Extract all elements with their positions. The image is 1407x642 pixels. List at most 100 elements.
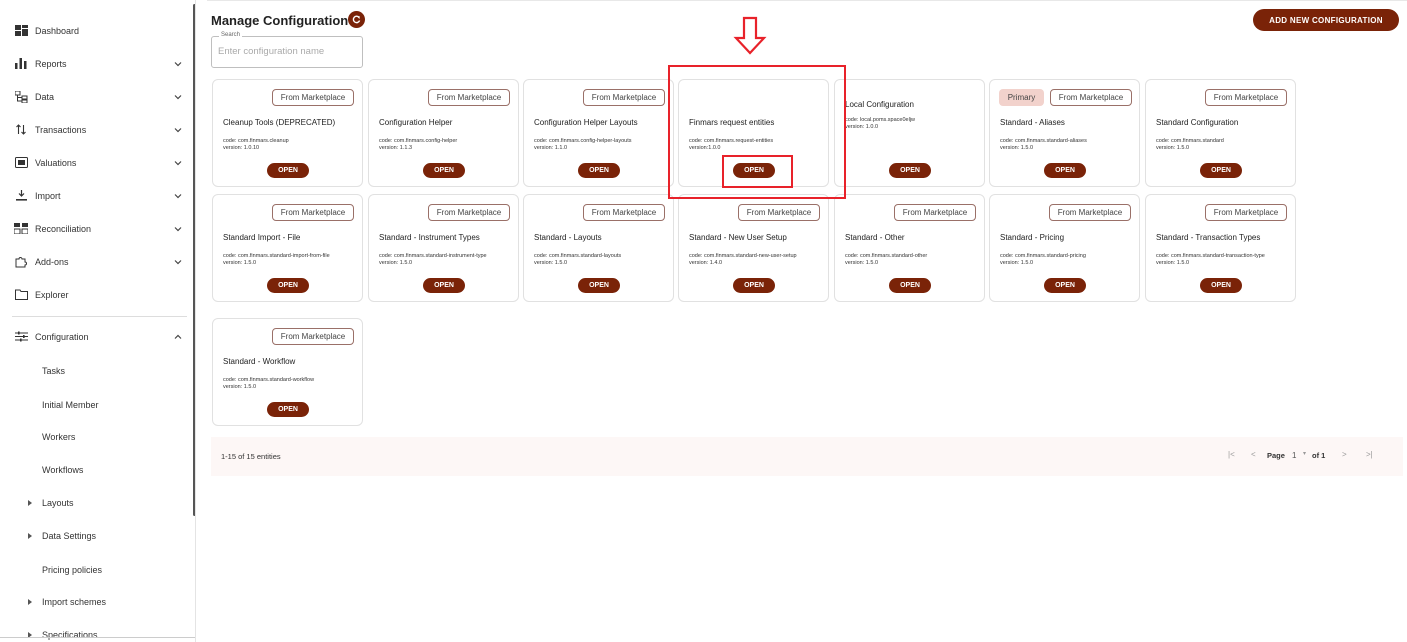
configuration-card: From Marketplace Standard - Layouts code: … <box>523 194 674 302</box>
card-version: version: 1.4.0 <box>689 259 723 266</box>
open-button[interactable]: OPEN <box>1200 163 1242 178</box>
card-meta: code: com.finmars.cleanup version: 1.0.10 <box>223 138 357 151</box>
chevron-down-icon <box>174 94 182 99</box>
from-marketplace-badge: From Marketplace <box>583 89 665 106</box>
sidebar-item-import[interactable]: Import <box>0 179 190 212</box>
sidebar-item-configuration[interactable]: Configuration <box>0 320 190 353</box>
dashboard-icon <box>14 24 28 38</box>
open-button[interactable]: OPEN <box>423 163 465 178</box>
card-title: Standard Import - File <box>223 233 301 242</box>
card-title: Cleanup Tools (DEPRECATED) <box>223 118 336 127</box>
search-field: Search <box>211 32 363 68</box>
card-version: version: 1.5.0 <box>1000 144 1034 151</box>
open-button[interactable]: OPEN <box>1044 278 1086 293</box>
page-number-select[interactable]: 1 <box>1292 451 1296 460</box>
sidebar-item-label: Valuations <box>35 157 77 168</box>
sidebar-scrollbar[interactable] <box>193 4 195 516</box>
chevron-down-icon <box>174 259 182 264</box>
card-title: Configuration Helper Layouts <box>534 118 638 127</box>
sidebar-item-label: Import <box>35 190 61 201</box>
search-input[interactable] <box>218 46 358 57</box>
card-version: version: 1.5.0 <box>845 259 879 266</box>
from-marketplace-badge: From Marketplace <box>1205 204 1287 221</box>
open-button[interactable]: OPEN <box>267 402 309 417</box>
next-page-icon[interactable]: > <box>1342 450 1347 459</box>
sidebar-item-add-ons[interactable]: Add-ons <box>0 245 190 278</box>
card-meta: code: com.finmars.standard-aliases versio… <box>1000 138 1134 151</box>
prev-page-icon[interactable]: < <box>1251 450 1256 459</box>
sidebar-subitem-data-settings[interactable]: Data Settings <box>0 519 190 552</box>
card-version: version: 1.5.0 <box>223 383 257 390</box>
open-button[interactable]: OPEN <box>1200 278 1242 293</box>
open-button[interactable]: OPEN <box>889 278 931 293</box>
open-button[interactable]: OPEN <box>267 163 309 178</box>
open-button[interactable]: OPEN <box>889 163 931 178</box>
open-button[interactable]: OPEN <box>578 278 620 293</box>
sidebar-item-label: Workers <box>42 431 76 442</box>
sidebar-subitem-tasks[interactable]: Tasks <box>0 354 190 387</box>
sidebar-item-data[interactable]: Data <box>0 80 190 113</box>
sidebar-item-label: Explorer <box>35 289 69 300</box>
from-marketplace-badge: From Marketplace <box>272 89 354 106</box>
first-page-icon[interactable]: |< <box>1228 450 1235 459</box>
open-button[interactable]: OPEN <box>733 278 775 293</box>
sidebar-subitem-specifications[interactable]: Specifications <box>0 618 190 642</box>
sidebar-item-valuations[interactable]: Valuations <box>0 146 190 179</box>
sidebar-item-label: Add-ons <box>35 256 69 267</box>
sidebar-item-transactions[interactable]: Transactions <box>0 113 190 146</box>
card-version: version: 1.5.0 <box>1156 259 1190 266</box>
sidebar-item-label: Tasks <box>42 365 66 376</box>
expand-arrow-icon <box>28 598 32 605</box>
open-button[interactable]: OPEN <box>267 278 309 293</box>
chevron-up-icon <box>174 334 182 339</box>
sidebar-item-label: Specifications <box>42 629 98 640</box>
from-marketplace-badge: From Marketplace <box>1050 89 1132 106</box>
sidebar-item-dashboard[interactable]: Dashboard <box>0 14 190 47</box>
sidebar-subitem-workflows[interactable]: Workflows <box>0 453 190 486</box>
card-version: version: 1.5.0 <box>223 259 257 266</box>
refresh-button[interactable] <box>348 11 365 28</box>
sidebar-subitem-pricing-policies[interactable]: Pricing policies <box>0 553 190 586</box>
card-meta: code: com.finmars.standard-layouts versio… <box>534 253 668 266</box>
expand-arrow-icon <box>28 532 32 539</box>
card-title: Standard - Pricing <box>1000 233 1065 242</box>
search-label: Search <box>219 32 243 38</box>
card-meta: code: com.finmars.standard-new-user-setu… <box>689 253 823 266</box>
sidebar-subitem-layouts[interactable]: Layouts <box>0 486 190 519</box>
open-button[interactable]: OPEN <box>423 278 465 293</box>
card-meta: code: com.finmars.standard-other version:… <box>845 253 979 266</box>
from-marketplace-badge: From Marketplace <box>738 204 820 221</box>
configuration-card: From Marketplace Standard - Other code: co… <box>834 194 985 302</box>
sidebar-item-reconciliation[interactable]: Reconciliation <box>0 212 190 245</box>
configuration-card: From Marketplace Standard - Transaction T… <box>1145 194 1296 302</box>
add-new-configuration-button[interactable]: ADD NEW CONFIGURATION <box>1253 9 1399 31</box>
data-icon <box>14 90 28 104</box>
card-meta: code: com.finmars.config-helper-layouts v… <box>534 138 668 151</box>
entity-count: 1-15 of 15 entities <box>221 452 281 461</box>
sidebar-subitem-import-schemes[interactable]: Import schemes <box>0 585 190 618</box>
card-version: version: 1.0.10 <box>223 144 260 151</box>
open-button[interactable]: OPEN <box>1044 163 1086 178</box>
sidebar-divider <box>12 316 187 317</box>
sidebar-subitem-workers[interactable]: Workers <box>0 420 190 453</box>
sidebar: Dashboard Reports Data Transactions Valu… <box>0 0 196 642</box>
configuration-card: From Marketplace Standard - Instrument Ty… <box>368 194 519 302</box>
page-total: of 1 <box>1312 451 1326 460</box>
from-marketplace-badge: From Marketplace <box>428 204 510 221</box>
open-button[interactable]: OPEN <box>578 163 620 178</box>
sidebar-bottom-divider <box>0 637 195 638</box>
card-title: Standard Configuration <box>1156 118 1239 127</box>
sidebar-item-reports[interactable]: Reports <box>0 47 190 80</box>
last-page-icon[interactable]: >| <box>1366 450 1373 459</box>
chevron-down-icon <box>174 226 182 231</box>
card-version: version: 1.0.0 <box>845 123 879 130</box>
from-marketplace-badge: From Marketplace <box>272 328 354 345</box>
sidebar-item-explorer[interactable]: Explorer <box>0 278 190 311</box>
card-version: version: 1.1.0 <box>534 144 568 151</box>
annotation-highlight-open <box>722 155 793 188</box>
sidebar-subitem-initial-member[interactable]: Initial Member <box>0 388 190 421</box>
sidebar-item-label: Dashboard <box>35 25 80 36</box>
card-meta: code: com.finmars.standard-instrument-ty… <box>379 253 513 266</box>
chevron-down-icon[interactable]: ▾ <box>1303 450 1306 457</box>
primary-badge: Primary <box>999 89 1044 106</box>
